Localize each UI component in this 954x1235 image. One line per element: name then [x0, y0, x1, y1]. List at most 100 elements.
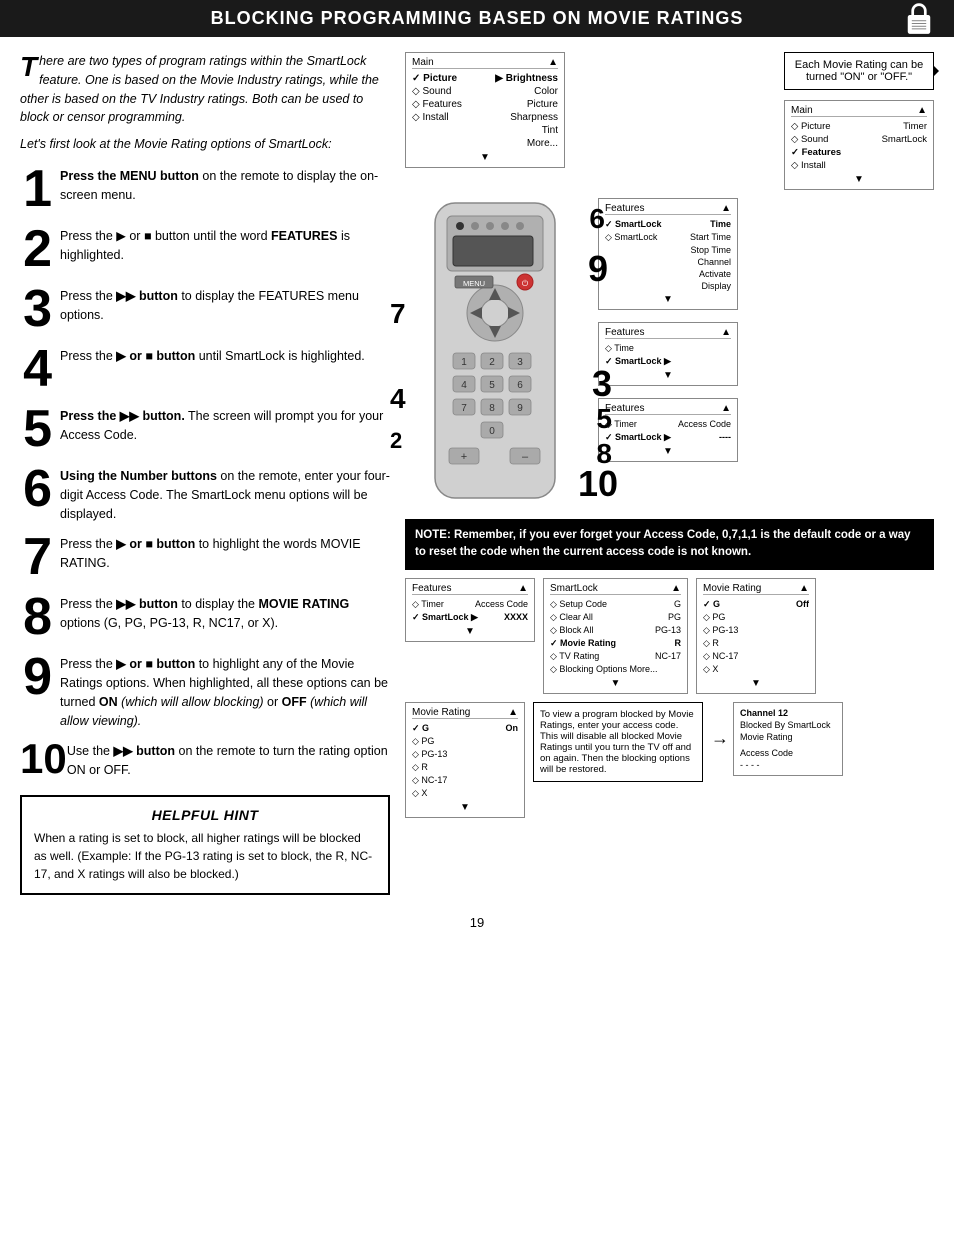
- step-2: 2 Press the ▶ or ■ button until the word…: [20, 223, 390, 275]
- step-4: 4 Press the ▶ or ■ button until SmartLoc…: [20, 343, 390, 395]
- screen-row: More...: [412, 137, 558, 150]
- remote-image: 1 2 3 4 5 6 7 8 9: [405, 198, 590, 511]
- svg-text:8: 8: [489, 403, 495, 414]
- step-1: 1 Press the MENU button on the remote to…: [20, 163, 390, 215]
- screen-row: Blocked By SmartLock: [740, 719, 836, 731]
- page-title: Blocking Programming Based on Movie Rati…: [211, 8, 744, 29]
- note-box: NOTE: Remember, if you ever forget your …: [405, 519, 934, 570]
- arrow-right: →: [711, 728, 729, 749]
- hint-title: Helpful Hint: [34, 807, 376, 823]
- arrow-down: ▼: [412, 626, 528, 637]
- step-5: 5 Press the ▶▶ button. The screen will p…: [20, 403, 390, 455]
- svg-text:1: 1: [461, 357, 467, 368]
- step-number-10: 10: [20, 738, 59, 780]
- screen-channel-blocked: Channel 12 Blocked By SmartLock Movie Ra…: [733, 702, 843, 776]
- screen-blocked-message: To view a program blocked by Movie Ratin…: [533, 702, 703, 782]
- svg-text:2: 2: [489, 357, 495, 368]
- step-number-1: 1: [20, 163, 52, 215]
- callout-text: Each Movie Rating can be turned "ON" or …: [795, 59, 923, 83]
- screen-row: ✓ GOn: [412, 722, 518, 735]
- screen-main-menu: Main▲ ✓ Picture▶ Brightness ◇ Sound Colo…: [405, 52, 565, 168]
- svg-text:6: 6: [517, 380, 523, 391]
- svg-text:–: –: [522, 451, 529, 463]
- screen-row: Movie Rating: [740, 731, 836, 743]
- screen-title-4: Features▲: [605, 327, 731, 339]
- step-overlay-2-bottom: 2: [390, 428, 402, 454]
- screen-row: ◇ Sound Color: [412, 85, 558, 98]
- step-overlay-3: 3: [592, 363, 612, 405]
- step-text-6: Using the Number buttons on the remote, …: [60, 463, 390, 523]
- screen-row: ◇ NC-17: [412, 774, 518, 787]
- screen-movie-rating-off: Movie Rating▲ ✓ GOff ◇ PG ◇ PG-13 ◇ R ◇ …: [696, 578, 816, 694]
- step-9: 9 Press the ▶ or ■ button to highlight a…: [20, 651, 390, 730]
- screen-smartlock-xxxx: Features▲ ◇ TimerAccess Code ✓ SmartLock…: [405, 578, 535, 642]
- screen-main-features: Main▲ ◇ PictureTimer ◇ SoundSmartLock ✓ …: [784, 100, 934, 190]
- step-overlay-10: 10: [578, 463, 618, 505]
- bottom-screens-row-2: Movie Rating▲ ✓ GOn ◇ PG ◇ PG-13 ◇ R ◇ N…: [405, 702, 934, 818]
- screen-features-time: Features▲ ✓ SmartLockTime ◇ SmartLockSta…: [598, 198, 738, 310]
- screen-row: Activate: [605, 268, 731, 280]
- svg-text:9: 9: [517, 403, 523, 414]
- screen-row: ◇ TimerAccess Code: [412, 598, 528, 611]
- svg-text:5: 5: [489, 380, 495, 391]
- steps-list: 1 Press the MENU button on the remote to…: [20, 163, 390, 780]
- page-number: 19: [0, 905, 954, 935]
- step-text-9: Press the ▶ or ■ button to highlight any…: [60, 651, 390, 730]
- left-column: T here are two types of program ratings …: [20, 52, 390, 895]
- screen-row: ◇ Clear AllPG: [550, 611, 681, 624]
- step-overlay-4: 4: [390, 383, 406, 415]
- step-text-4: Press the ▶ or ■ button until SmartLock …: [60, 343, 365, 366]
- step-number-5: 5: [20, 403, 52, 455]
- screen-row: ◇ PictureTimer: [791, 120, 927, 133]
- svg-text:MENU: MENU: [463, 279, 485, 288]
- screen-row: ◇ Blocking Options More...: [550, 663, 681, 676]
- arrow-down: ▼: [605, 446, 731, 457]
- screen-row: ◇ SoundSmartLock: [791, 133, 927, 146]
- channel-blocked-area: → Channel 12 Blocked By SmartLock Movie …: [711, 702, 843, 776]
- step-6: 6 Using the Number buttons on the remote…: [20, 463, 390, 523]
- step-number-3: 3: [20, 283, 52, 335]
- screen-title-3: Features▲: [605, 203, 731, 215]
- intro-text-content: here are two types of program ratings wi…: [20, 54, 379, 124]
- step-overlay-7: 7: [390, 298, 406, 330]
- screen-row: ✓ SmartLock ▶: [605, 355, 731, 368]
- arrow-down: ▼: [791, 174, 927, 185]
- screen-smartlock-menu: SmartLock▲ ◇ Setup CodeG ◇ Clear AllPG ◇…: [543, 578, 688, 694]
- step-7: 7 Press the ▶ or ■ button to highlight t…: [20, 531, 390, 583]
- intro-paragraph: T here are two types of program ratings …: [20, 52, 390, 127]
- step-8: 8 Press the ▶▶ button to display the MOV…: [20, 591, 390, 643]
- step-text-8: Press the ▶▶ button to display the MOVIE…: [60, 591, 390, 633]
- step-10: 10 Use the ▶▶ button on the remote to tu…: [20, 738, 390, 780]
- screen-row: Display: [605, 280, 731, 292]
- screen-features-smartlock: Features▲ ◇ Time ✓ SmartLock ▶ ▼: [598, 322, 738, 386]
- screen-title-2: Main▲: [791, 105, 927, 117]
- screen-title-7: Movie Rating▲: [703, 583, 809, 595]
- screen-row: ◇ PG-13: [703, 624, 809, 637]
- screen-row: ◇ SmartLockStart Time: [605, 231, 731, 244]
- remote-svg: 1 2 3 4 5 6 7 8 9: [405, 198, 590, 508]
- screen-row: ◇ X: [412, 787, 518, 800]
- lock-icon: [904, 1, 934, 37]
- step-number-7: 7: [20, 531, 52, 583]
- screen-row: Stop Time: [605, 244, 731, 256]
- right-screens-stack: Features▲ ✓ SmartLockTime ◇ SmartLockSta…: [598, 198, 738, 462]
- arrow-down: ▼: [605, 370, 731, 381]
- screen-title-1: Main▲: [412, 57, 558, 69]
- page-header: Blocking Programming Based on Movie Rati…: [0, 0, 954, 37]
- step-text-7: Press the ▶ or ■ button to highlight the…: [60, 531, 390, 573]
- svg-text:+: +: [461, 451, 467, 463]
- step-overlay-9: 9: [588, 248, 608, 290]
- step-number-9: 9: [20, 651, 52, 703]
- screen-row: ✓ SmartLockTime: [605, 218, 731, 231]
- screen-row: ◇ Install: [791, 159, 927, 172]
- bottom-screens-row: Features▲ ◇ TimerAccess Code ✓ SmartLock…: [405, 578, 934, 694]
- step-number-6: 6: [20, 463, 52, 515]
- screen-row: Channel 12: [740, 707, 836, 719]
- screen-row: ◇ PG: [703, 611, 809, 624]
- screen-row: ◇ Time: [605, 342, 731, 355]
- screen-title-9: Movie Rating▲: [412, 707, 518, 719]
- screen-title-6: SmartLock▲: [550, 583, 681, 595]
- step-overlay-6: 6: [589, 203, 605, 235]
- screen-row: ◇ R: [412, 761, 518, 774]
- screen-row: ◇ X: [703, 663, 809, 676]
